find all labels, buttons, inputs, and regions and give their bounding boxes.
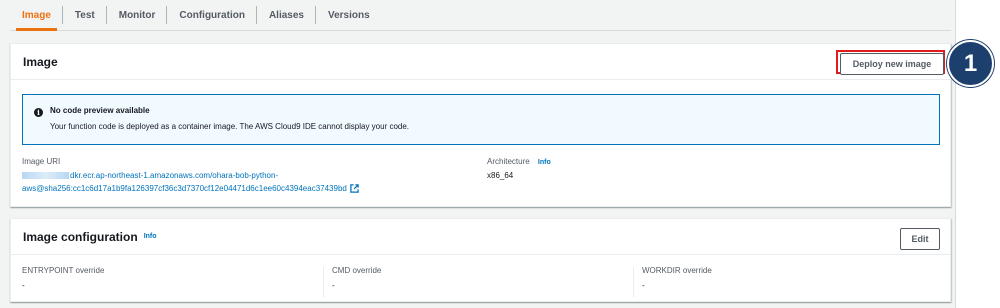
- redacted-account-id: [22, 172, 69, 180]
- alert-text: Your function code is deployed as a cont…: [50, 122, 410, 131]
- info-alert: i No code preview available Your functio…: [22, 94, 940, 145]
- config-info-link[interactable]: Info: [144, 233, 157, 240]
- workdir-label: WORKDIR override: [642, 266, 712, 275]
- image-uri-link[interactable]: dkr.ecr.ap-northeast-1.amazonaws.com/oha…: [22, 171, 278, 180]
- column-divider: [323, 267, 324, 297]
- tab-image[interactable]: Image: [10, 0, 63, 31]
- tab-configuration[interactable]: Configuration: [167, 0, 257, 30]
- image-panel-header: Image Deploy new image: [11, 44, 950, 80]
- tab-test[interactable]: Test: [63, 0, 107, 30]
- tab-versions[interactable]: Versions: [316, 0, 382, 30]
- edit-button[interactable]: Edit: [900, 228, 940, 250]
- alert-title: No code preview available: [50, 106, 150, 115]
- deploy-new-image-button[interactable]: Deploy new image: [840, 53, 944, 75]
- cmd-label: CMD override: [332, 266, 382, 275]
- tab-label: Test: [74, 9, 95, 21]
- column-divider: [633, 267, 634, 297]
- architecture-info-link[interactable]: Info: [538, 159, 551, 166]
- panel-title: Image: [23, 54, 58, 69]
- external-link-icon[interactable]: [350, 184, 359, 194]
- architecture-label: Architecture: [487, 157, 530, 166]
- tab-label: Aliases: [268, 9, 304, 21]
- tab-bar: Image Test Monitor Configuration Aliases…: [10, 0, 951, 31]
- workdir-value: -: [642, 281, 645, 290]
- image-uri-line-2: aws@sha256:cc1c6d17a1b9fa126397cf36c3d73…: [22, 184, 347, 193]
- image-uri-link-line-2[interactable]: aws@sha256:cc1c6d17a1b9fa126397cf36c3d73…: [22, 184, 359, 194]
- panel-title: Image configuration: [23, 229, 138, 244]
- tab-label: Image: [22, 9, 51, 21]
- image-configuration-panel: Image configuration Info Edit ENTRYPOINT…: [10, 218, 951, 302]
- cmd-value: -: [332, 281, 335, 290]
- entrypoint-value: -: [22, 281, 25, 290]
- tab-label: Configuration: [179, 9, 245, 21]
- tab-label: Monitor: [118, 9, 156, 21]
- tab-aliases[interactable]: Aliases: [257, 0, 316, 30]
- tab-label: Versions: [327, 9, 370, 21]
- image-uri-label: Image URI: [22, 157, 61, 166]
- config-panel-header: Image configuration Info Edit: [11, 219, 950, 255]
- image-uri-line-1: dkr.ecr.ap-northeast-1.amazonaws.com/oha…: [70, 171, 279, 180]
- architecture-value: x86_64: [487, 171, 514, 180]
- tab-monitor[interactable]: Monitor: [107, 0, 168, 30]
- info-icon: i: [34, 108, 43, 117]
- image-panel: Image Deploy new image i No code preview…: [10, 43, 951, 207]
- architecture-label-row: Architecture Info: [487, 157, 551, 166]
- entrypoint-label: ENTRYPOINT override: [22, 266, 105, 275]
- step-callout-badge: 1: [947, 40, 994, 87]
